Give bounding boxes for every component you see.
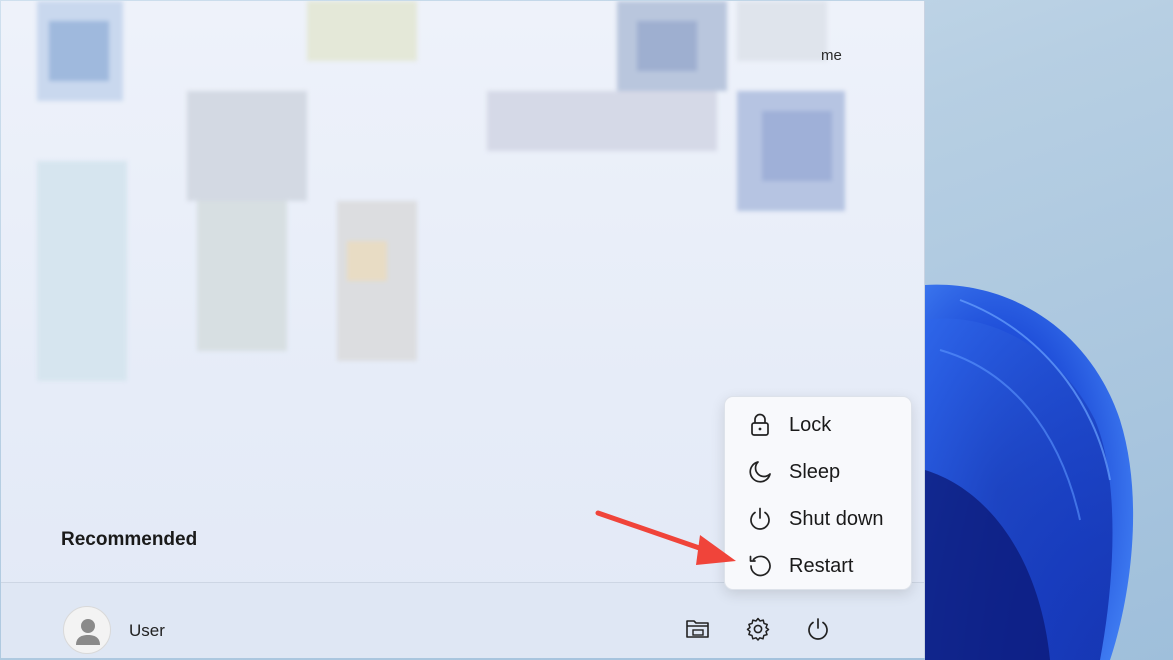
menu-item-lock[interactable]: Lock xyxy=(725,403,911,447)
shut-down-icon xyxy=(746,505,774,533)
file-explorer-icon xyxy=(686,620,709,638)
menu-item-label: Lock xyxy=(789,413,832,436)
user-avatar[interactable] xyxy=(63,606,111,654)
settings-icon xyxy=(746,617,770,641)
power-icon xyxy=(808,618,828,640)
user-avatar-icon xyxy=(76,619,100,645)
file-explorer-button[interactable] xyxy=(682,613,714,645)
pinned-apps-blurred xyxy=(37,1,845,381)
sleep-moon-icon xyxy=(746,458,774,486)
power-button[interactable] xyxy=(802,613,834,645)
menu-item-shut-down[interactable]: Shut down xyxy=(725,497,911,541)
menu-item-label: Sleep xyxy=(789,460,841,483)
menu-item-sleep[interactable]: Sleep xyxy=(725,450,911,494)
menu-item-label: Restart xyxy=(789,554,854,577)
start-menu-footer: User xyxy=(1,582,924,658)
menu-item-restart[interactable]: Restart xyxy=(725,544,911,588)
recommended-heading: Recommended xyxy=(61,529,198,550)
user-name[interactable]: User xyxy=(129,621,165,641)
restart-icon xyxy=(746,552,774,580)
lock-icon xyxy=(746,411,774,439)
pinned-app-label-partial: me xyxy=(821,47,842,64)
menu-item-label: Shut down xyxy=(789,507,884,530)
settings-button[interactable] xyxy=(742,613,774,645)
annotation-arrow xyxy=(595,510,736,565)
power-options-menu: Lock Sleep Shut down Restart xyxy=(724,396,912,590)
